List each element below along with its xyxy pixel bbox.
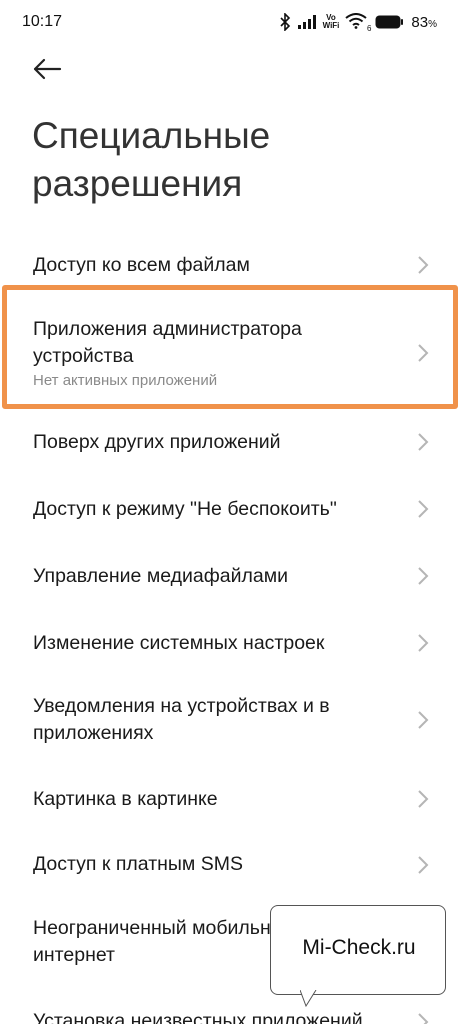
list-item-display-over-apps[interactable]: Поверх других приложений (0, 415, 461, 469)
battery-icon (375, 15, 404, 29)
bluetooth-icon (280, 13, 290, 31)
wifi-icon: 6 (345, 13, 372, 33)
item-title: Поверх других приложений (33, 431, 281, 453)
status-bar: 10:17 Vo WiFi 6 83% (0, 0, 461, 44)
list-item-premium-sms-access[interactable]: Доступ к платным SMS (0, 838, 461, 892)
volte-icon: Vo WiFi (323, 14, 340, 30)
chevron-right-icon (418, 634, 429, 652)
list-item-modify-system-settings[interactable]: Изменение системных настроек (0, 616, 461, 670)
item-title: Доступ к платным SMS (33, 853, 243, 875)
highlight-frame (2, 285, 458, 409)
item-title: Установка неизвестных приложений (33, 1010, 363, 1024)
signal-icon (297, 15, 316, 29)
list-item-media-management[interactable]: Управление медиафайлами (0, 549, 461, 603)
list-item-device-app-notifications[interactable]: Уведомления на устройствах и в приложени… (0, 680, 461, 760)
status-time: 10:17 (22, 13, 63, 30)
item-title: Управление медиафайлами (33, 565, 289, 587)
wifi-badge: 6 (366, 24, 372, 33)
chevron-right-icon (418, 256, 429, 274)
list-item-do-not-disturb-access[interactable]: Доступ к режиму "Не беспокоить" (0, 482, 461, 536)
item-title: Уведомления на устройствах и в приложени… (33, 695, 330, 744)
item-title: Картинка в картинке (33, 788, 218, 810)
list-item-picture-in-picture[interactable]: Картинка в картинке (0, 772, 461, 826)
page-title: Специальные разрешения (32, 115, 271, 204)
watermark-bubble-tail (300, 990, 317, 1008)
chevron-right-icon (418, 711, 429, 729)
chevron-right-icon (418, 790, 429, 808)
item-title: Доступ ко всем файлам (33, 254, 250, 276)
status-icons: Vo WiFi 6 83% (279, 12, 437, 33)
chevron-right-icon (418, 856, 429, 874)
watermark-bubble: Mi-Check.ru (270, 905, 446, 995)
chevron-right-icon (418, 1013, 429, 1024)
chevron-right-icon (418, 433, 429, 451)
volte-bottom-label: WiFi (322, 21, 340, 30)
list-item-all-files-access[interactable]: Доступ ко всем файлам (0, 240, 461, 290)
list-item-install-unknown-apps[interactable]: Установка неизвестных приложений (0, 996, 461, 1024)
battery-percent: 83% (411, 13, 437, 31)
back-button[interactable] (30, 54, 64, 84)
watermark-text: Mi-Check.ru (302, 936, 416, 959)
item-title: Изменение системных настроек (33, 632, 325, 654)
chevron-right-icon (418, 567, 429, 585)
item-title: Доступ к режиму "Не беспокоить" (33, 498, 337, 520)
chevron-right-icon (418, 500, 429, 518)
arrow-left-icon (33, 58, 62, 80)
